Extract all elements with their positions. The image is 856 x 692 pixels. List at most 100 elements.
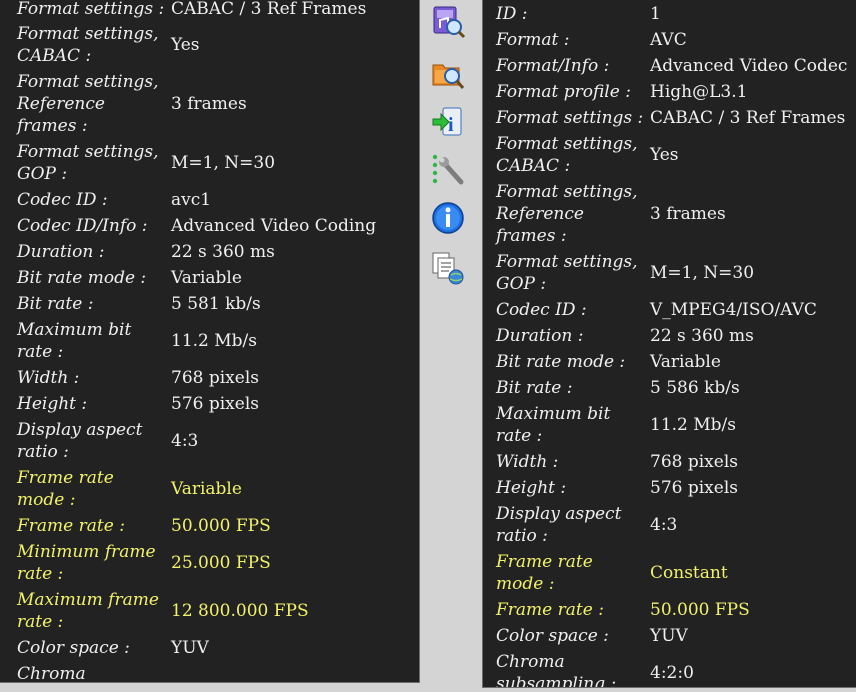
- info-row: Codec ID : avc1: [0, 189, 419, 211]
- info-row-value: 25.000 FPS: [171, 553, 271, 573]
- music-video-search-icon[interactable]: [430, 4, 466, 40]
- info-row: Duration : 22 s 360 ms: [0, 241, 419, 263]
- info-row-label: Format settings, Reference frames :: [496, 182, 638, 246]
- info-row-label: Frame rate :: [17, 516, 125, 536]
- info-row-label: Format/Info :: [496, 56, 610, 76]
- info-row-label: Format settings, CABAC :: [17, 24, 159, 66]
- info-row: Display aspect ratio : 4:3: [483, 503, 856, 547]
- info-row-label: Maximum frame rate :: [17, 590, 159, 632]
- vertical-toolbar: i: [420, 0, 481, 692]
- info-row-label: Chroma: [17, 664, 86, 683]
- info-row-value: Yes: [650, 145, 679, 165]
- info-icon[interactable]: [430, 200, 466, 236]
- info-row: Bit rate mode : Variable: [483, 351, 856, 373]
- info-row-value: CABAC / 3 Ref Frames: [650, 108, 846, 128]
- info-row-label: Chroma subsampling :: [496, 652, 617, 688]
- info-row-label: Maximum bit rate :: [17, 320, 132, 362]
- info-row: Width : 768 pixels: [0, 367, 419, 389]
- info-row: Maximum frame rate : 12 800.000 FPS: [0, 589, 419, 633]
- info-row-label: Bit rate mode :: [496, 352, 626, 372]
- info-row: Format : AVC: [483, 29, 856, 51]
- left-info-panel[interactable]: Format settings : CABAC / 3 Ref Frames For…: [0, 0, 420, 683]
- info-row-value: M=1, N=30: [650, 263, 755, 283]
- info-row: ID : 1: [483, 3, 856, 25]
- info-row-label: Format settings, Reference frames :: [17, 72, 159, 136]
- info-row: Format profile : High@L3.1: [483, 81, 856, 103]
- info-row: Frame rate : 50.000 FPS: [483, 599, 856, 621]
- info-row-value: 11.2 Mb/s: [171, 331, 257, 351]
- info-row: Format settings, Reference frames : 3 fra…: [0, 71, 419, 137]
- info-row-value: 4:3: [650, 515, 678, 535]
- info-row: Frame rate mode : Variable: [0, 467, 419, 511]
- info-row: Width : 768 pixels: [483, 451, 856, 473]
- info-row-value: 4:2:0: [650, 663, 694, 683]
- info-row: Format settings, GOP : M=1, N=30: [483, 251, 856, 295]
- info-row: Bit rate : 5 581 kb/s: [0, 293, 419, 315]
- info-row-value: 576 pixels: [650, 478, 738, 498]
- folder-search-icon[interactable]: [430, 56, 466, 92]
- info-row-label: Display aspect ratio :: [17, 420, 143, 462]
- info-row-label: Format settings, GOP :: [496, 252, 638, 294]
- info-row-value: Yes: [171, 35, 200, 55]
- info-row-value: Advanced Video Codec: [650, 56, 848, 76]
- info-row: Bit rate mode : Variable: [0, 267, 419, 289]
- info-row-label: Height :: [17, 394, 88, 414]
- info-row: Chroma: [0, 663, 419, 683]
- info-row-label: Format :: [496, 30, 570, 50]
- info-row-value: 5 581 kb/s: [171, 294, 261, 314]
- documents-globe-icon[interactable]: [430, 250, 466, 286]
- info-row-label: Format profile :: [496, 82, 631, 102]
- info-row-label: Duration :: [17, 242, 105, 262]
- info-row-value: 1: [650, 4, 661, 24]
- info-row-value: CABAC / 3 Ref Frames: [171, 0, 367, 19]
- info-row-label: Bit rate :: [496, 378, 573, 398]
- info-row-value: Variable: [171, 479, 242, 499]
- info-row: Bit rate : 5 586 kb/s: [483, 377, 856, 399]
- info-row-label: Frame rate :: [496, 600, 604, 620]
- info-row: Color space : YUV: [0, 637, 419, 659]
- info-row: Codec ID/Info : Advanced Video Coding: [0, 215, 419, 237]
- info-row: Format settings : CABAC / 3 Ref Frames: [483, 107, 856, 129]
- info-row-value: YUV: [650, 626, 688, 646]
- info-row-value: V_MPEG4/ISO/AVC: [650, 300, 817, 320]
- info-row: Format settings, CABAC : Yes: [0, 23, 419, 67]
- info-row-label: Codec ID/Info :: [17, 216, 148, 236]
- info-row-value: 768 pixels: [171, 368, 259, 388]
- right-info-panel[interactable]: ID : 1 Format : AVC Format/Info : Advanced Vi…: [482, 0, 856, 688]
- info-row-label: Codec ID :: [17, 190, 108, 210]
- info-row-value: 5 586 kb/s: [650, 378, 740, 398]
- info-row: Format/Info : Advanced Video Codec: [483, 55, 856, 77]
- info-row-label: Format settings :: [17, 0, 165, 19]
- info-row-value: 50.000 FPS: [650, 600, 750, 620]
- info-row-value: 22 s 360 ms: [171, 242, 275, 262]
- svg-text:i: i: [448, 114, 454, 136]
- info-row-label: Bit rate mode :: [17, 268, 147, 288]
- export-info-icon[interactable]: i: [430, 104, 466, 140]
- info-row: Duration : 22 s 360 ms: [483, 325, 856, 347]
- info-row: Display aspect ratio : 4:3: [0, 419, 419, 463]
- info-row-label: Color space :: [17, 638, 130, 658]
- info-row-value: 3 frames: [171, 94, 247, 114]
- info-row-label: Codec ID :: [496, 300, 587, 320]
- tools-wrench-icon[interactable]: [430, 152, 466, 188]
- info-row-label: Width :: [496, 452, 559, 472]
- info-row-value: Advanced Video Coding: [171, 216, 377, 236]
- info-row: Minimum frame rate : 25.000 FPS: [0, 541, 419, 585]
- info-row: Chroma subsampling : 4:2:0: [483, 651, 856, 688]
- info-row-label: Format settings :: [496, 108, 644, 128]
- info-row-value: M=1, N=30: [171, 153, 276, 173]
- info-row-label: Format settings, CABAC :: [496, 134, 638, 176]
- info-row-value: 4:3: [171, 431, 199, 451]
- info-row: Maximum bit rate : 11.2 Mb/s: [0, 319, 419, 363]
- info-row-value: AVC: [650, 30, 687, 50]
- info-row-label: Width :: [17, 368, 80, 388]
- info-row-value: 12 800.000 FPS: [171, 601, 309, 621]
- info-row-value: YUV: [171, 638, 209, 658]
- info-row-value: Constant: [650, 563, 728, 583]
- info-row-label: Format settings, GOP :: [17, 142, 159, 184]
- info-row-label: Frame rate mode :: [496, 552, 593, 594]
- info-row: Maximum bit rate : 11.2 Mb/s: [483, 403, 856, 447]
- info-row-value: avc1: [171, 190, 212, 210]
- info-row: Frame rate mode : Constant: [483, 551, 856, 595]
- info-row: Format settings, CABAC : Yes: [483, 133, 856, 177]
